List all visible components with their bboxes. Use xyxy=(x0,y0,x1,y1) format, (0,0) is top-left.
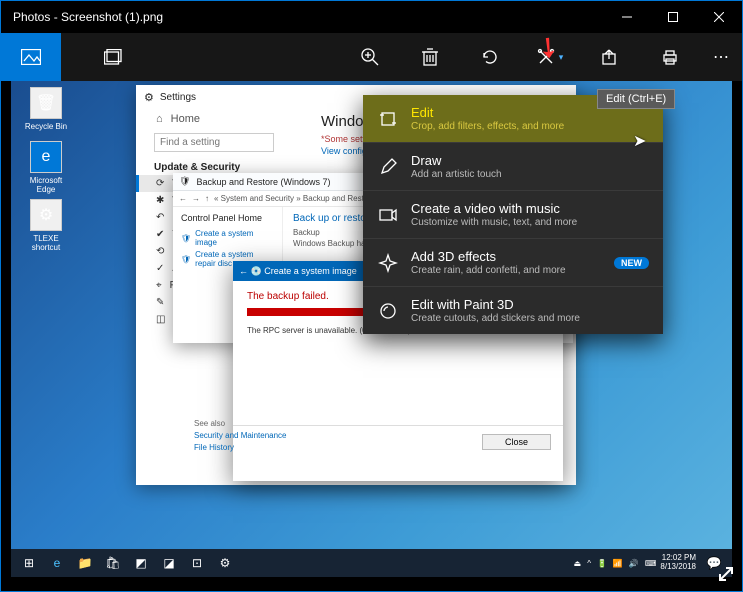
titlebar: Photos - Screenshot (1).png xyxy=(1,1,742,33)
dropdown-item-paint3d[interactable]: Edit with Paint 3DCreate cutouts, add st… xyxy=(363,287,663,334)
desktop-icon: 🗑Recycle Bin xyxy=(21,87,71,131)
more-button[interactable]: ⋯ xyxy=(700,33,742,81)
new-badge: NEW xyxy=(614,257,649,269)
minimize-button[interactable] xyxy=(604,1,650,33)
taskbar-explorer[interactable]: 📁 xyxy=(71,551,99,575)
system-tray[interactable]: ⏏^🔋📶🔊⌨ xyxy=(574,559,657,568)
dropdown-item-video[interactable]: Create a video with musicCustomize with … xyxy=(363,191,663,239)
tooltip: Edit (Ctrl+E) xyxy=(597,89,675,109)
sparkle-icon xyxy=(377,252,399,274)
delete-button[interactable] xyxy=(400,33,460,81)
crop-icon xyxy=(377,108,399,130)
desktop-icon: eMicrosoft Edge xyxy=(21,141,71,194)
viewer-content: 🗑Recycle Bin eMicrosoft Edge ⚙TLEXE shor… xyxy=(1,81,742,591)
edit-dropdown: EditCrop, add filters, effects, and more… xyxy=(363,95,663,334)
rotate-button[interactable] xyxy=(460,33,520,81)
desktop-icon: ⚙TLEXE shortcut xyxy=(21,199,71,252)
share-button[interactable] xyxy=(580,33,640,81)
taskbar: ⊞ e 📁 🛍 ◩ ◪ ⊡ ⚙ ⏏^🔋📶🔊⌨ 12:02 PM8/13/2018… xyxy=(11,549,732,577)
taskbar-app[interactable]: ◩ xyxy=(127,551,155,575)
dropdown-item-3d-effects[interactable]: Add 3D effectsCreate rain, add confetti,… xyxy=(363,239,663,287)
taskbar-settings[interactable]: ⚙ xyxy=(211,551,239,575)
cursor-icon: ➤ xyxy=(633,131,646,151)
close-dialog-button[interactable]: Close xyxy=(482,434,551,450)
start-button[interactable]: ⊞ xyxy=(15,551,43,575)
taskbar-app[interactable]: ⊡ xyxy=(183,551,211,575)
chevron-down-icon: ▾ xyxy=(559,52,564,63)
fullscreen-button[interactable] xyxy=(716,564,736,589)
taskbar-store[interactable]: 🛍 xyxy=(99,551,127,575)
gear-icon: ⚙ xyxy=(144,91,154,104)
dropdown-item-draw[interactable]: DrawAdd an artistic touch xyxy=(363,143,663,191)
taskbar-app[interactable]: ◪ xyxy=(155,551,183,575)
gallery-tab[interactable] xyxy=(1,33,61,81)
taskbar-clock[interactable]: 12:02 PM8/13/2018 xyxy=(660,554,696,572)
print-button[interactable] xyxy=(640,33,700,81)
paint3d-icon xyxy=(377,300,399,322)
taskbar-edge[interactable]: e xyxy=(43,551,71,575)
window-title: Photos - Screenshot (1).png xyxy=(13,10,604,24)
pen-icon xyxy=(377,156,399,178)
toolbar: ▾ ⋯ ➘ xyxy=(1,33,742,81)
maximize-button[interactable] xyxy=(650,1,696,33)
see-also: See also Security and Maintenance File H… xyxy=(194,419,287,452)
shield-icon: 🛡 xyxy=(179,176,190,187)
close-button[interactable] xyxy=(696,1,742,33)
zoom-button[interactable] xyxy=(340,33,400,81)
home-icon: ⌂ xyxy=(156,113,163,125)
video-icon xyxy=(377,204,399,226)
collection-button[interactable] xyxy=(83,33,143,81)
find-setting-input[interactable] xyxy=(154,133,274,152)
